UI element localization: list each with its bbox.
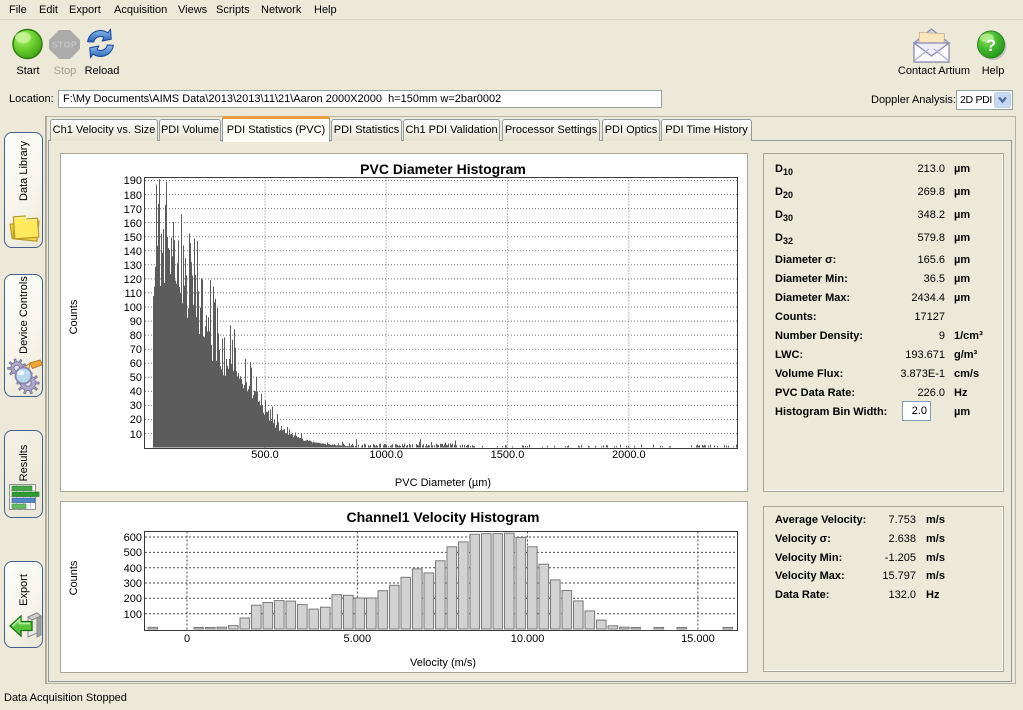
- svg-text:15.000: 15.000: [681, 633, 715, 645]
- svg-text:?: ?: [986, 36, 996, 55]
- svg-text:100: 100: [124, 302, 142, 314]
- svg-text:500.0: 500.0: [251, 449, 279, 461]
- svg-text:170: 170: [124, 204, 142, 216]
- svg-text:STOP: STOP: [52, 40, 77, 50]
- svg-text:180: 180: [124, 190, 142, 202]
- svg-text:150: 150: [124, 232, 142, 244]
- svg-text:Channel1 Velocity Histogram: Channel1 Velocity Histogram: [347, 509, 540, 525]
- svg-text:140: 140: [124, 246, 142, 258]
- svg-text:20: 20: [130, 414, 142, 426]
- svg-text:400: 400: [124, 563, 142, 575]
- svg-text:600: 600: [124, 532, 142, 544]
- svg-text:110: 110: [124, 288, 142, 300]
- svg-text:PVC Diameter Histogram: PVC Diameter Histogram: [360, 161, 526, 177]
- svg-text:60: 60: [130, 358, 142, 370]
- svg-text:30: 30: [130, 400, 142, 412]
- svg-text:1500.0: 1500.0: [491, 449, 525, 461]
- svg-text:2000.0: 2000.0: [612, 449, 646, 461]
- svg-text:120: 120: [124, 274, 142, 286]
- svg-text:5.000: 5.000: [344, 633, 372, 645]
- svg-text:90: 90: [130, 316, 142, 328]
- svg-text:80: 80: [130, 330, 142, 342]
- svg-text:70: 70: [130, 344, 142, 356]
- svg-text:0: 0: [184, 633, 190, 645]
- svg-text:1000.0: 1000.0: [369, 449, 403, 461]
- svg-text:Velocity (m/s): Velocity (m/s): [410, 657, 476, 669]
- svg-text:300: 300: [124, 578, 142, 590]
- svg-text:Counts: Counts: [68, 560, 80, 595]
- svg-text:190: 190: [124, 175, 142, 187]
- svg-text:10: 10: [130, 429, 142, 441]
- svg-text:160: 160: [124, 218, 142, 230]
- svg-text:500: 500: [124, 547, 142, 559]
- svg-text:10.000: 10.000: [511, 633, 545, 645]
- svg-text:100: 100: [124, 609, 142, 621]
- svg-text:Counts: Counts: [68, 299, 80, 334]
- svg-text:PVC Diameter (µm): PVC Diameter (µm): [395, 477, 491, 489]
- svg-text:40: 40: [130, 386, 142, 398]
- svg-text:50: 50: [130, 372, 142, 384]
- svg-text:200: 200: [124, 593, 142, 605]
- svg-text:130: 130: [124, 260, 142, 272]
